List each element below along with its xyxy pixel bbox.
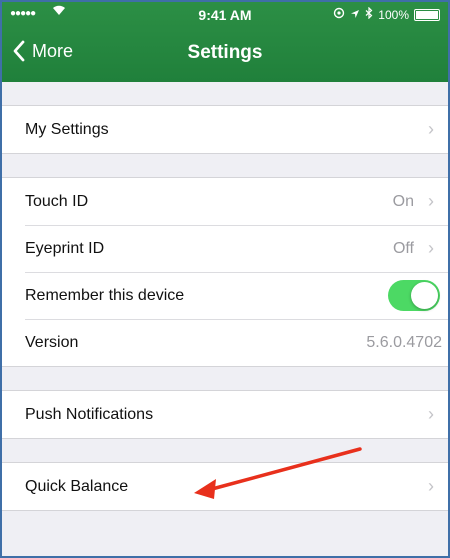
page-title: Settings bbox=[187, 42, 263, 63]
location-icon bbox=[333, 7, 345, 22]
chevron-right-icon: › bbox=[428, 404, 434, 424]
section-spacer bbox=[2, 367, 448, 390]
phone-screen: ●●●●● 9:41 AM 100% More Settings My Sett… bbox=[0, 0, 450, 558]
settings-list: My Settings › Touch ID On › Eyeprint ID … bbox=[2, 82, 448, 511]
navigation-arrow-icon bbox=[350, 8, 360, 22]
row-label: Eyeprint ID bbox=[25, 239, 105, 257]
chevron-right-icon: › bbox=[428, 238, 434, 258]
settings-group-security: Touch ID On › Eyeprint ID Off › Remember… bbox=[2, 177, 448, 367]
settings-group-notifications: Push Notifications › bbox=[2, 390, 448, 439]
row-label: Push Notifications bbox=[25, 405, 154, 423]
chevron-right-icon: › bbox=[428, 476, 434, 496]
quick-balance-row[interactable]: Quick Balance › bbox=[2, 463, 448, 510]
section-spacer bbox=[2, 82, 448, 105]
touch-id-value: On bbox=[392, 192, 414, 210]
settings-group-balance: Quick Balance › bbox=[2, 462, 448, 511]
version-value: 5.6.0.4702 bbox=[366, 333, 442, 351]
battery-icon bbox=[414, 8, 440, 21]
eyeprint-id-value: Off bbox=[392, 239, 414, 257]
row-label: Version bbox=[25, 333, 79, 351]
row-label: Touch ID bbox=[25, 192, 89, 210]
settings-group-account: My Settings › bbox=[2, 105, 448, 154]
section-spacer bbox=[2, 439, 448, 462]
bluetooth-icon bbox=[365, 6, 373, 22]
touch-id-row[interactable]: Touch ID On › bbox=[2, 178, 448, 225]
toggle-knob bbox=[411, 282, 438, 309]
battery-percent: 100% bbox=[378, 7, 409, 22]
version-row: Version 5.6.0.4702 bbox=[2, 319, 448, 366]
navigation-bar: More Settings bbox=[2, 28, 448, 82]
chevron-right-icon: › bbox=[428, 191, 434, 211]
remember-device-toggle[interactable] bbox=[388, 280, 440, 311]
status-bar: ●●●●● 9:41 AM 100% bbox=[2, 2, 448, 28]
status-indicators: 100% bbox=[333, 6, 440, 22]
my-settings-row[interactable]: My Settings › bbox=[2, 106, 448, 153]
row-label: Remember this device bbox=[25, 286, 185, 304]
app-header: ●●●●● 9:41 AM 100% More Settings bbox=[2, 2, 448, 82]
eyeprint-id-row[interactable]: Eyeprint ID Off › bbox=[2, 225, 448, 272]
row-label: My Settings bbox=[25, 120, 109, 138]
chevron-right-icon: › bbox=[428, 119, 434, 139]
remember-device-row: Remember this device bbox=[2, 272, 448, 319]
section-spacer bbox=[2, 154, 448, 177]
push-notifications-row[interactable]: Push Notifications › bbox=[2, 391, 448, 438]
row-label: Quick Balance bbox=[25, 477, 129, 495]
